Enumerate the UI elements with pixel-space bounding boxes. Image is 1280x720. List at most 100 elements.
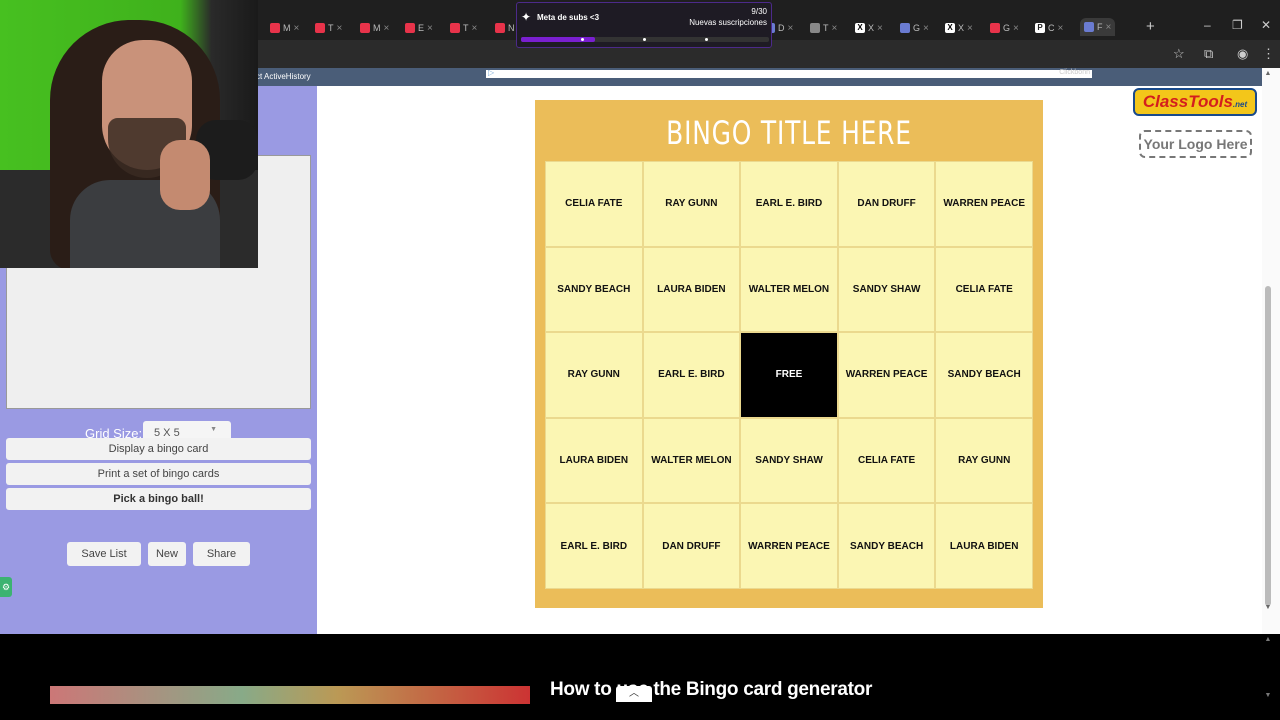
scroll-down-icon[interactable]: ▼ xyxy=(1262,692,1274,699)
browser-tab[interactable]: E× xyxy=(405,20,433,36)
tab-label: T xyxy=(328,23,334,33)
page-scrollbar[interactable]: ▲ ▼ xyxy=(1262,68,1280,634)
bingo-card: BINGO TITLE HERE CELIA FATE RAY GUNN EARL … xyxy=(535,100,1043,608)
close-window-button[interactable]: ✕ xyxy=(1261,18,1271,32)
tab-label: N xyxy=(508,23,515,33)
browser-tab[interactable]: X X × xyxy=(945,20,973,36)
menu-icon[interactable]: ⋮ xyxy=(1262,46,1275,62)
close-icon[interactable]: × xyxy=(967,23,973,34)
subs-goal-label: Nuevas suscripciones xyxy=(689,18,767,27)
bingo-cell[interactable]: RAY GUNN xyxy=(642,161,741,247)
close-icon[interactable]: × xyxy=(337,23,343,34)
bingo-cell[interactable]: WALTER MELON xyxy=(740,246,838,333)
browser-tab[interactable]: T× xyxy=(315,20,342,36)
browser-tab[interactable]: M× xyxy=(270,20,299,36)
tab-label: X xyxy=(958,23,965,33)
browser-tab[interactable]: G × xyxy=(900,20,929,36)
chevron-down-icon: ▼ xyxy=(210,426,217,433)
bingo-cell[interactable]: WALTER MELON xyxy=(642,417,741,504)
bingo-free-cell[interactable]: FREE xyxy=(740,332,838,418)
scroll-up-icon[interactable]: ▲ xyxy=(1262,636,1274,643)
youtube-icon xyxy=(495,23,505,33)
close-icon[interactable]: × xyxy=(1058,23,1064,34)
scrollbar-thumb[interactable] xyxy=(1265,286,1271,606)
scroll-up-icon[interactable]: ▲ xyxy=(1262,70,1274,77)
share-button[interactable]: Share xyxy=(193,542,250,566)
bingo-cell[interactable]: WARREN PEACE xyxy=(837,332,936,418)
close-icon[interactable]: × xyxy=(877,23,883,34)
logo-suffix: .net xyxy=(1232,100,1248,109)
pick-ball-button[interactable]: Pick a bingo ball! xyxy=(6,488,311,510)
close-icon[interactable]: × xyxy=(294,23,300,34)
close-icon[interactable]: × xyxy=(472,23,478,34)
bingo-cell[interactable]: SANDY SHAW xyxy=(740,417,838,504)
bingo-cell[interactable]: SANDY SHAW xyxy=(837,246,936,333)
tab-label: G xyxy=(913,23,921,33)
youtube-icon xyxy=(270,23,280,33)
bingo-title[interactable]: BINGO TITLE HERE xyxy=(591,114,987,152)
classtools-logo[interactable]: ClassTools.net xyxy=(1133,88,1257,116)
minimize-button[interactable]: – xyxy=(1204,18,1211,32)
page-icon xyxy=(810,23,820,33)
youtube-icon xyxy=(360,23,370,33)
bingo-cell[interactable]: LAURA BIDEN xyxy=(935,503,1033,589)
webcam-overlay xyxy=(0,0,258,268)
close-icon[interactable]: × xyxy=(923,23,929,34)
browser-tab[interactable]: P C × xyxy=(1035,20,1063,36)
close-icon[interactable]: × xyxy=(1106,22,1112,33)
ad-info-icon[interactable]: ▷ xyxy=(488,68,494,77)
profile-icon[interactable]: ◉ xyxy=(1237,46,1248,62)
bingo-cell[interactable]: RAY GUNN xyxy=(545,332,643,418)
youtube-icon xyxy=(405,23,415,33)
extensions-icon[interactable]: ⧉ xyxy=(1204,46,1213,62)
maximize-button[interactable]: ❐ xyxy=(1232,18,1243,32)
chevron-up-icon[interactable]: ︿ xyxy=(616,686,652,702)
print-cards-button[interactable]: Print a set of bingo cards xyxy=(6,463,311,485)
save-list-button[interactable]: Save List xyxy=(67,542,141,566)
settings-gear-icon[interactable]: ⚙ xyxy=(0,577,12,597)
bingo-cell[interactable]: DAN DRUFF xyxy=(837,161,936,247)
bingo-cell[interactable]: LAURA BIDEN xyxy=(545,417,643,504)
tab-label: X xyxy=(868,23,875,33)
bingo-cell[interactable]: SANDY BEACH xyxy=(545,246,643,333)
bingo-cell[interactable]: DAN DRUFF xyxy=(642,503,741,589)
bookmark-star-icon[interactable]: ☆ xyxy=(1173,46,1185,62)
browser-tab[interactable]: T× xyxy=(810,20,837,36)
browser-tab[interactable]: T× xyxy=(450,20,477,36)
video-thumbnail[interactable] xyxy=(50,686,530,704)
browser-tab[interactable]: X X × xyxy=(855,20,883,36)
bingo-cell[interactable]: CELIA FATE xyxy=(545,161,643,247)
bingo-cell[interactable]: LAURA BIDEN xyxy=(642,246,741,333)
browser-tab[interactable]: F × xyxy=(1080,18,1116,36)
close-icon[interactable]: × xyxy=(832,23,838,34)
display-card-button[interactable]: Display a bingo card xyxy=(6,438,311,460)
youtube-icon xyxy=(315,23,325,33)
close-icon[interactable]: × xyxy=(427,23,433,34)
ad-banner[interactable]: ▷ Clickbonn xyxy=(486,68,1092,78)
page-tab-label[interactable]: ct ActiveHistory xyxy=(256,72,311,81)
bingo-cell[interactable]: RAY GUNN xyxy=(935,417,1033,504)
bingo-cell[interactable]: CELIA FATE xyxy=(935,246,1033,333)
browser-tab[interactable]: M× xyxy=(360,20,389,36)
browser-tab[interactable]: G × xyxy=(990,20,1019,36)
video-scrollbar[interactable]: ▲ ▼ xyxy=(1262,634,1280,704)
new-tab-button[interactable]: + xyxy=(1146,18,1155,35)
bingo-cell[interactable]: SANDY BEACH xyxy=(935,332,1033,418)
bingo-cell[interactable]: CELIA FATE xyxy=(837,417,936,504)
youtube-icon xyxy=(990,23,1000,33)
scroll-down-icon[interactable]: ▼ xyxy=(1262,604,1274,611)
bingo-cell[interactable]: WARREN PEACE xyxy=(740,503,838,589)
bingo-cell[interactable]: EARL E. BIRD xyxy=(545,503,643,589)
close-icon[interactable]: × xyxy=(1013,23,1019,34)
new-button[interactable]: New xyxy=(148,542,186,566)
bingo-cell[interactable]: SANDY BEACH xyxy=(837,503,936,589)
tab-label: T xyxy=(463,23,469,33)
your-logo-placeholder[interactable]: Your Logo Here xyxy=(1139,130,1252,158)
close-icon[interactable]: × xyxy=(788,23,794,34)
close-icon[interactable]: × xyxy=(384,23,390,34)
bingo-cell[interactable]: EARL E. BIRD xyxy=(642,332,741,418)
bingo-cell[interactable]: WARREN PEACE xyxy=(935,161,1033,247)
bingo-cell[interactable]: EARL E. BIRD xyxy=(740,161,838,247)
video-title[interactable]: How to use the Bingo card generator xyxy=(550,679,872,701)
tab-label: D xyxy=(778,23,785,33)
